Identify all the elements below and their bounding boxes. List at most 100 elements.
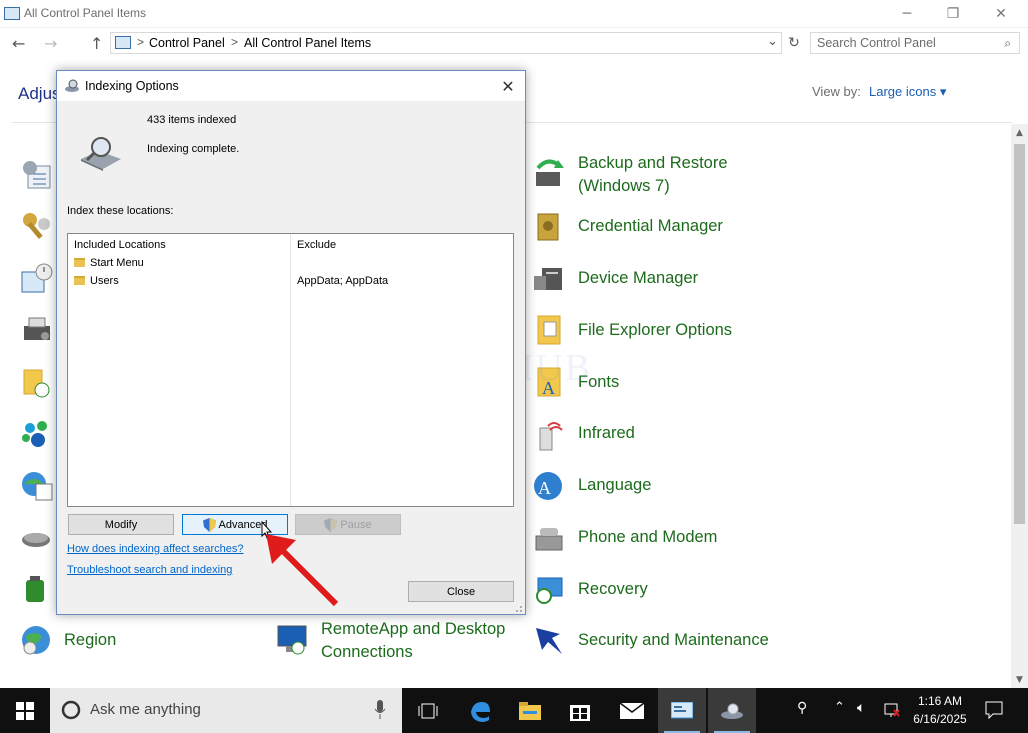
cortana-icon — [61, 700, 81, 720]
view-by-dropdown[interactable]: Large icons ▾ — [869, 84, 946, 100]
how-indexing-link[interactable]: How does indexing affect searches? — [67, 543, 244, 555]
resize-grip-icon[interactable] — [513, 603, 523, 613]
printer-icon[interactable] — [20, 314, 54, 348]
item-file-explorer-options[interactable]: File Explorer Options — [578, 319, 732, 342]
close-label: Close — [446, 585, 476, 598]
maximize-button[interactable]: ❐ — [930, 0, 976, 28]
item-infrared[interactable]: Infrared — [578, 422, 635, 445]
column-header-included[interactable]: Included Locations — [74, 239, 166, 251]
dialog-title: Indexing Options — [85, 79, 179, 93]
refresh-icon[interactable]: ↻ — [784, 32, 804, 54]
breadcrumb-all-items[interactable]: All Control Panel Items — [244, 36, 371, 50]
pause-label: Pause — [340, 518, 372, 531]
item-credential-manager[interactable]: Credential Manager — [578, 215, 723, 238]
backup-restore-icon[interactable] — [532, 156, 566, 190]
indexing-status-text: Indexing complete. — [147, 143, 240, 155]
date-time-icon[interactable] — [20, 262, 54, 296]
page-heading: Adjus — [18, 84, 61, 103]
action-center-icon[interactable] — [985, 701, 1003, 719]
power-options-icon[interactable] — [20, 572, 54, 606]
breadcrumb-separator: > — [231, 35, 239, 49]
item-recovery[interactable]: Recovery — [578, 578, 648, 601]
task-view-icon[interactable] — [404, 688, 452, 733]
troubleshoot-link[interactable]: Troubleshoot search and indexing — [67, 564, 232, 576]
recovery-icon[interactable] — [532, 572, 566, 606]
cortana-search-box[interactable]: Ask me anything — [50, 688, 402, 733]
address-bar[interactable]: > Control Panel > All Control Panel Item… — [110, 32, 782, 54]
close-window-button[interactable]: ✕ — [978, 0, 1024, 28]
chevron-up-icon[interactable]: ⌃ — [834, 700, 845, 715]
edge-icon[interactable] — [456, 688, 504, 733]
taskbar: Ask me anything ⚲ ⌃ 🔈︎ — [0, 688, 1028, 733]
search-box[interactable]: ⌕ — [810, 32, 1020, 54]
folder-icon — [74, 276, 85, 285]
svg-text:A: A — [538, 478, 551, 498]
item-language[interactable]: Language — [578, 474, 651, 497]
security-maintenance-icon[interactable] — [532, 624, 566, 658]
cortana-search-text: Ask me anything — [90, 701, 201, 718]
close-button[interactable]: Close — [408, 581, 514, 602]
taskbar-clock[interactable]: 1:16 AM 6/16/2025 — [910, 692, 970, 728]
control-panel-icon — [115, 36, 131, 49]
file-history-icon[interactable] — [20, 366, 54, 400]
device-manager-icon[interactable] — [532, 262, 566, 296]
store-icon[interactable] — [556, 688, 604, 733]
item-device-manager[interactable]: Device Manager — [578, 267, 698, 290]
windows-start-icon[interactable] — [16, 702, 34, 720]
chevron-down-icon[interactable]: ⌄ — [767, 34, 778, 49]
region-icon[interactable] — [20, 624, 54, 658]
scroll-down-icon[interactable]: ▼ — [1011, 671, 1028, 688]
minimize-button[interactable]: ─ — [884, 0, 930, 28]
key-icon[interactable] — [20, 210, 54, 244]
breadcrumb-control-panel[interactable]: Control Panel — [149, 36, 225, 50]
window-titlebar: All Control Panel Items ─ ❐ ✕ — [0, 0, 1028, 28]
file-explorer-options-icon[interactable] — [532, 314, 566, 348]
file-explorer-icon[interactable] — [506, 688, 554, 733]
column-header-exclude[interactable]: Exclude — [297, 239, 336, 251]
item-security-maintenance[interactable]: Security and Maintenance — [578, 629, 769, 652]
mail-icon[interactable] — [608, 688, 656, 733]
breadcrumb-separator: > — [137, 35, 145, 49]
infrared-icon[interactable] — [532, 418, 566, 452]
search-input[interactable] — [811, 33, 991, 53]
view-by-label: View by: — [812, 84, 861, 99]
clock-time: 1:16 AM — [917, 694, 963, 708]
location-name[interactable]: Users — [90, 275, 119, 287]
admin-tools-icon[interactable] — [20, 158, 54, 192]
internet-options-icon[interactable] — [20, 470, 54, 504]
modify-button[interactable]: Modify — [68, 514, 174, 535]
locations-list[interactable]: Included Locations Exclude Start Menu Us… — [67, 233, 514, 507]
item-phone-modem[interactable]: Phone and Modem — [578, 526, 717, 549]
items-indexed-text: 433 items indexed — [147, 114, 237, 126]
control-panel-taskbar-icon[interactable] — [658, 688, 706, 733]
item-region[interactable]: Region — [64, 629, 116, 652]
homegroup-icon[interactable] — [20, 418, 54, 452]
item-backup-restore[interactable]: Backup and Restore (Windows 7) — [578, 152, 748, 198]
people-icon[interactable]: ⚲ — [797, 700, 807, 716]
scroll-up-icon[interactable]: ▲ — [1011, 124, 1028, 141]
up-button[interactable]: ↑ — [90, 34, 103, 53]
item-remoteapp[interactable]: RemoteApp and Desktop Connections — [321, 618, 521, 664]
language-icon[interactable]: A — [532, 470, 566, 504]
dialog-close-icon[interactable]: ✕ — [493, 75, 523, 97]
location-name[interactable]: Start Menu — [90, 257, 144, 269]
mouse-icon[interactable] — [20, 522, 54, 556]
microphone-icon[interactable] — [374, 700, 386, 720]
clock-date: 6/16/2025 — [913, 712, 967, 726]
volume-icon[interactable]: 🔈︎ — [857, 700, 865, 716]
phone-modem-icon[interactable] — [532, 522, 566, 556]
control-panel-icon — [4, 7, 20, 20]
index-locations-label: Index these locations: — [67, 205, 174, 217]
column-separator — [290, 234, 291, 506]
red-arrow-annotation — [266, 534, 339, 607]
dialog-titlebar: Indexing Options ✕ — [57, 71, 525, 101]
network-icon[interactable] — [884, 702, 900, 718]
remoteapp-icon[interactable] — [276, 624, 310, 658]
indexing-status-icon — [81, 137, 121, 171]
credential-manager-icon[interactable] — [532, 210, 566, 244]
forward-button[interactable]: → — [44, 34, 57, 53]
indexing-options-taskbar-icon[interactable] — [708, 688, 756, 733]
search-icon[interactable]: ⌕ — [1004, 36, 1011, 51]
scroll-thumb[interactable] — [1014, 144, 1025, 524]
back-button[interactable]: ← — [12, 34, 25, 53]
